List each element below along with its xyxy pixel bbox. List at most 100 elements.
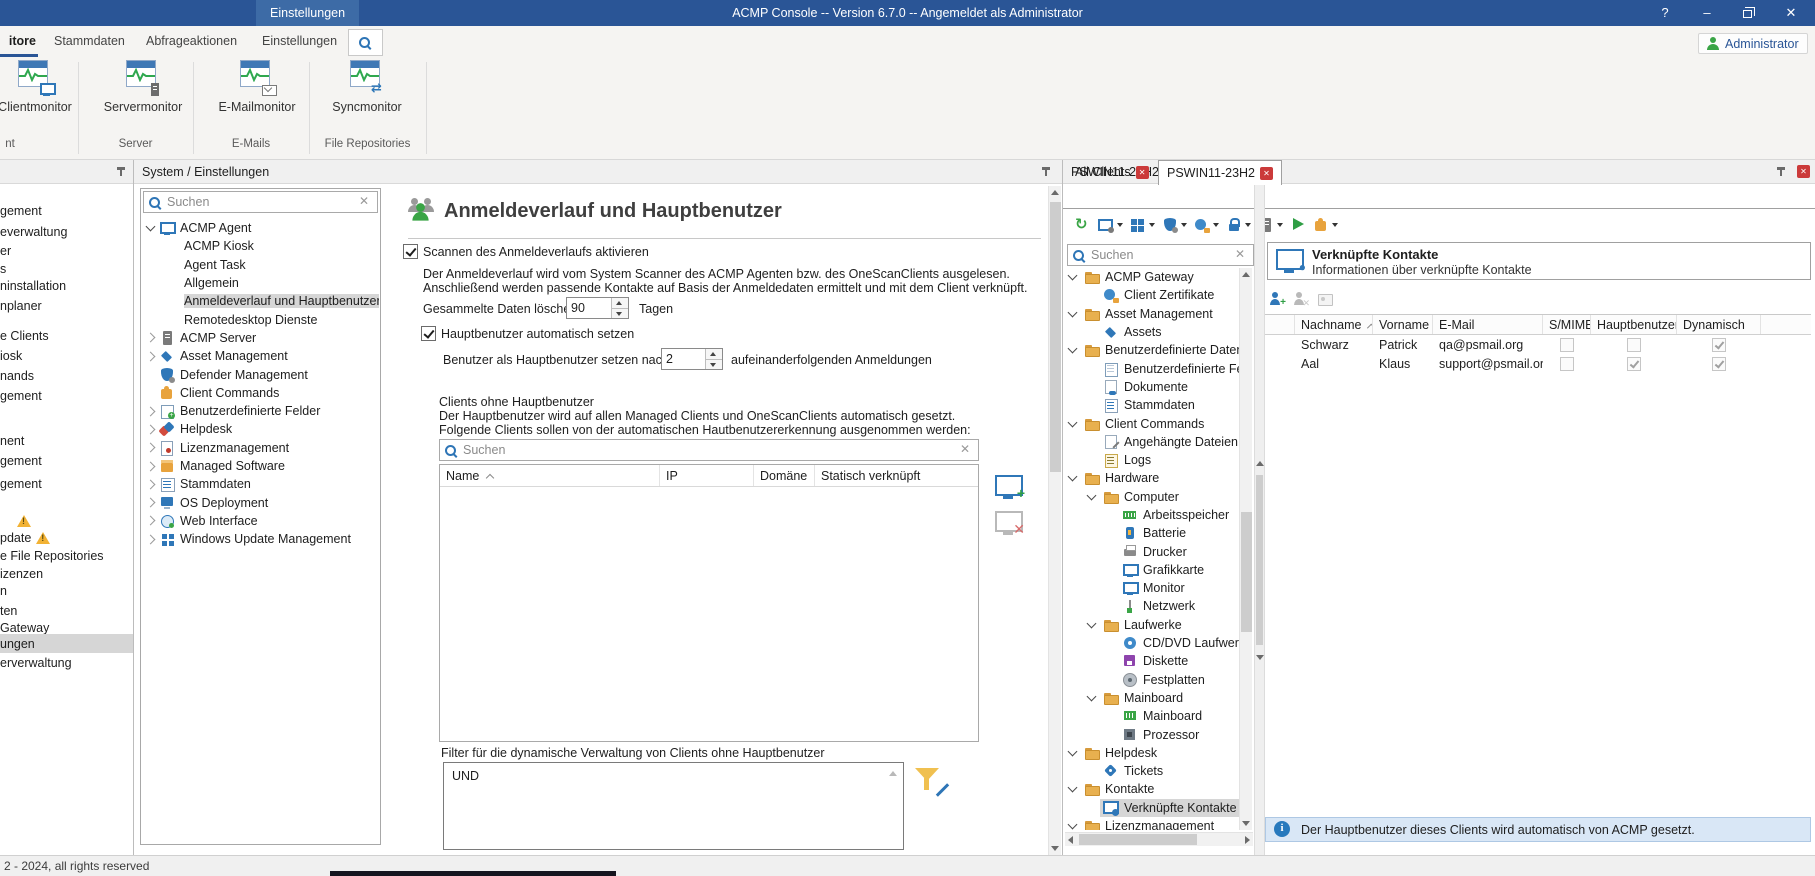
settings-tree-item[interactable]: Allgemein — [141, 274, 379, 292]
clear-icon[interactable] — [1233, 247, 1249, 263]
chevron-down-icon[interactable] — [1067, 307, 1078, 318]
delete-after-spinner[interactable]: 90 — [566, 297, 629, 319]
client-tree-item[interactable]: Laufwerke — [1065, 616, 1239, 634]
close-tab-icon[interactable] — [1260, 166, 1273, 180]
scroll-up-icon[interactable] — [889, 771, 897, 776]
client-tree-item[interactable]: Computer — [1065, 488, 1239, 506]
settings-search-input[interactable]: Suchen — [143, 191, 378, 213]
pin-icon[interactable] — [1773, 164, 1789, 180]
client-tree-item[interactable]: Helpdesk — [1065, 744, 1239, 762]
sidebar-item[interactable]: gement — [0, 386, 133, 405]
settings-tree-item[interactable]: Helpdesk — [141, 420, 379, 438]
panel-splitter[interactable] — [1254, 185, 1265, 855]
chevron-right-icon[interactable] — [145, 461, 156, 471]
sidebar-item[interactable]: pdate — [0, 528, 133, 547]
clear-icon[interactable] — [958, 442, 974, 458]
client-tree-item[interactable]: Drucker — [1065, 542, 1239, 560]
client-settings-button[interactable] — [1098, 217, 1123, 233]
client-tree-item[interactable]: Client Commands — [1065, 414, 1239, 432]
settings-tree-item[interactable]: Stammdaten — [141, 475, 379, 493]
client-tree-vscrollbar[interactable] — [1239, 268, 1252, 830]
scrollbar-thumb[interactable] — [1079, 834, 1197, 845]
client-tree-item[interactable]: Grafikkarte — [1065, 561, 1239, 579]
client-tree-item[interactable]: Hardware — [1065, 469, 1239, 487]
settings-tree-item[interactable]: Benutzerdefinierte Felder — [141, 402, 379, 420]
spinner-buttons[interactable] — [611, 298, 628, 318]
contacts-column-header[interactable]: S/MIME — [1543, 315, 1591, 334]
column-header-domaene[interactable]: Domäne — [754, 465, 815, 486]
client-tree-item[interactable]: ACMP Gateway — [1065, 268, 1239, 286]
client-tree-item[interactable]: Benutzerdefinierte Daten — [1065, 341, 1239, 359]
client-tree-item[interactable]: Arbeitsspeicher — [1065, 506, 1239, 524]
sidebar-item[interactable]: gement — [0, 451, 133, 470]
ribbon-button-emailmonitor[interactable]: E-Mailmonitor — [214, 60, 300, 138]
chevron-down-icon[interactable] — [1086, 618, 1097, 629]
ribbon-button-servermonitor[interactable]: Servermonitor — [100, 60, 186, 138]
column-header-ip[interactable]: IP — [660, 465, 754, 486]
client-tree-item[interactable]: Lizenzmanagement — [1065, 817, 1239, 830]
sidebar-item[interactable]: everwaltung — [0, 222, 133, 241]
contact-row[interactable]: Schwarz Patrick qa@psmail.org — [1265, 335, 1811, 354]
client-tree-item[interactable]: Mainboard — [1065, 689, 1239, 707]
ribbon-tab-stammdaten[interactable]: Stammdaten — [52, 26, 127, 57]
mainuser-checkbox[interactable] — [421, 326, 436, 341]
sidebar-item[interactable]: nent — [0, 431, 133, 450]
settings-tree-item[interactable]: Agent Task — [141, 256, 379, 274]
sidebar-item[interactable]: er — [0, 241, 133, 260]
client-tree-item[interactable]: CD/DVD Laufwerke — [1065, 634, 1239, 652]
filter-editor[interactable]: UND — [443, 762, 904, 850]
client-tree-item[interactable]: Prozessor — [1065, 725, 1239, 743]
administrator-button[interactable]: Administrator — [1698, 33, 1808, 54]
scrollbar-thumb[interactable] — [1241, 512, 1252, 632]
modules-button[interactable] — [1130, 217, 1155, 233]
clear-icon[interactable] — [357, 194, 373, 210]
close-tab-icon[interactable] — [1135, 165, 1149, 179]
settings-tree-item[interactable]: Asset Management — [141, 347, 379, 365]
client-tree-item[interactable]: Angehängte Dateien — [1065, 433, 1239, 451]
chevron-down-icon[interactable] — [1067, 471, 1078, 482]
chevron-down-icon[interactable] — [1086, 490, 1097, 501]
chevron-right-icon[interactable] — [145, 442, 156, 453]
client-tree-item[interactable]: Assets — [1065, 323, 1239, 341]
chevron-right-icon[interactable] — [145, 424, 156, 435]
defender-button[interactable] — [1162, 217, 1187, 233]
sidebar-item[interactable]: e File Repositories — [0, 546, 133, 565]
client-tree-item[interactable]: Mainboard — [1065, 707, 1239, 725]
ribbon-tab-einstellungen[interactable]: Einstellungen — [260, 26, 339, 57]
remove-contact-button[interactable]: ✕ — [1293, 291, 1310, 308]
settings-tree-item[interactable]: Lizenzmanagement — [141, 439, 379, 457]
chevron-down-icon[interactable] — [1067, 343, 1078, 354]
ribbon-button-clientmonitor[interactable]: Clientmonitor — [0, 60, 78, 138]
sidebar-item[interactable]: e Clients — [0, 326, 133, 345]
chevron-right-icon[interactable] — [145, 351, 156, 362]
client-tree-item[interactable]: Asset Management — [1065, 305, 1239, 323]
spin-down-icon[interactable] — [612, 308, 628, 318]
client-tree-item[interactable]: Netzwerk — [1065, 597, 1239, 615]
sidebar-item[interactable]: gement — [0, 201, 133, 220]
sidebar-item[interactable]: n — [0, 581, 133, 600]
spin-up-icon[interactable] — [706, 349, 722, 360]
close-panel-icon[interactable] — [1797, 165, 1810, 178]
chevron-right-icon[interactable] — [145, 497, 156, 508]
close-button[interactable]: ✕ — [1774, 0, 1808, 26]
chevron-down-icon[interactable] — [1086, 691, 1097, 702]
contacts-column-header[interactable]: Vorname — [1373, 315, 1433, 334]
client-tree-hscrollbar[interactable] — [1065, 832, 1253, 846]
client-tree-item[interactable]: Kontakte — [1065, 780, 1239, 798]
client-tree-item[interactable]: Benutzerdefinierte Felder — [1065, 359, 1239, 377]
client-tree-item[interactable]: Client Zertifikate — [1065, 286, 1239, 304]
column-header-name[interactable]: Name — [440, 465, 660, 486]
settings-tree-item[interactable]: Web Interface — [141, 512, 379, 530]
chevron-down-icon[interactable] — [1067, 417, 1078, 427]
add-client-button[interactable]: + — [991, 472, 1027, 502]
settings-tree-item[interactable]: ACMP Server — [141, 329, 379, 347]
chevron-right-icon[interactable] — [145, 406, 156, 417]
client-tree-item[interactable]: Festplatten — [1065, 671, 1239, 689]
clients-search-input[interactable]: Suchen — [439, 439, 979, 461]
settings-tree-item[interactable]: ACMP Agent — [141, 219, 379, 237]
settings-tree-item[interactable]: Client Commands — [141, 384, 379, 402]
contacts-column-header[interactable]: Hauptbenutzer — [1591, 315, 1677, 334]
run-button[interactable] — [1290, 217, 1306, 233]
tab-pswin11-23h2[interactable]: PSWIN11-23H2 — [1158, 160, 1282, 185]
sidebar-item[interactable]: ninstallation — [0, 276, 133, 295]
